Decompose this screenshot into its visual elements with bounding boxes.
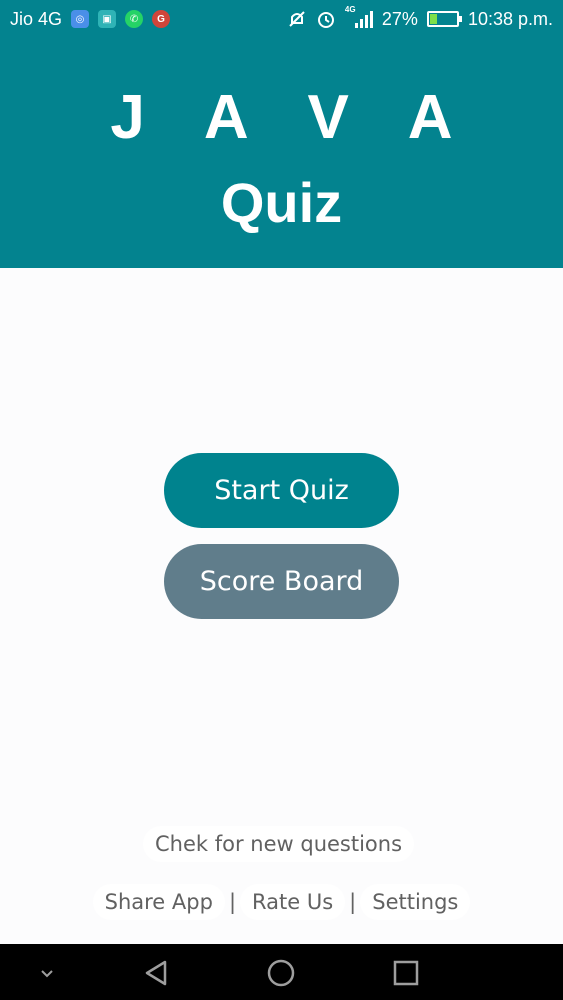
home-icon[interactable] xyxy=(266,958,296,988)
mute-icon xyxy=(287,9,307,29)
shield-app-icon: ◎ xyxy=(71,10,90,28)
separator: | xyxy=(349,890,357,914)
separator: | xyxy=(228,890,237,914)
system-navigation-bar xyxy=(0,944,563,1000)
start-quiz-button[interactable]: Start Quiz xyxy=(164,453,399,528)
back-icon[interactable] xyxy=(141,958,171,988)
signal-icon: 4G xyxy=(345,5,373,29)
screen: Jio 4G ◎ ▣ ✆ G 4G 27% 10:38 p.m. J A V A… xyxy=(0,0,563,1000)
android-app-icon: ▣ xyxy=(98,10,117,28)
battery-charging-icon xyxy=(426,11,462,27)
status-bar: Jio 4G ◎ ▣ ✆ G 4G 27% 10:38 p.m. xyxy=(0,0,563,38)
status-left: Jio 4G ◎ ▣ ✆ G xyxy=(10,8,171,30)
share-app-link[interactable]: Share App xyxy=(92,884,225,920)
chevron-down-icon[interactable] xyxy=(32,958,62,988)
rate-us-link[interactable]: Rate Us xyxy=(240,884,346,920)
score-board-button[interactable]: Score Board xyxy=(164,544,399,619)
status-right: 4G 27% 10:38 p.m. xyxy=(287,5,553,30)
battery-level xyxy=(429,14,437,24)
check-new-questions-link[interactable]: Chek for new questions xyxy=(143,826,415,862)
settings-link[interactable]: Settings xyxy=(360,884,471,920)
network-type: 4G xyxy=(344,5,356,14)
carrier-label: Jio 4G xyxy=(10,8,63,29)
alarm-icon xyxy=(316,9,336,29)
app-title-quiz: Quiz xyxy=(220,171,343,234)
clock: 10:38 p.m. xyxy=(467,8,553,29)
battery-percent: 27% xyxy=(381,8,418,29)
whatsapp-icon: ✆ xyxy=(125,10,144,28)
footer-links: Share App | Rate Us | Settings xyxy=(0,884,563,920)
app-title-java: J A V A xyxy=(110,83,475,152)
google-plus-icon: G xyxy=(152,10,171,28)
recents-icon[interactable] xyxy=(391,958,421,988)
app-header: Jio 4G ◎ ▣ ✆ G 4G 27% 10:38 p.m. J A V A… xyxy=(0,0,563,268)
